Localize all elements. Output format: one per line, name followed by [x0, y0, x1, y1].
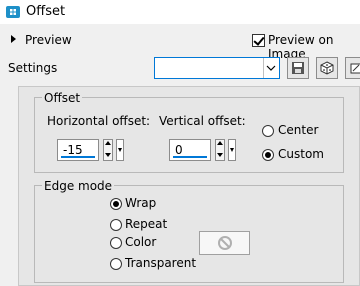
horizontal-offset-value: -15: [63, 143, 83, 157]
edge-color-swatch[interactable]: [199, 231, 250, 255]
center-radio[interactable]: [262, 125, 274, 137]
horizontal-offset-stepper[interactable]: [103, 139, 113, 161]
save-settings-button[interactable]: [287, 57, 309, 79]
transparent-radio[interactable]: [110, 258, 122, 270]
expand-arrow-icon[interactable]: [11, 35, 16, 43]
spin-up-icon[interactable]: [105, 141, 111, 145]
preview-toggle[interactable]: Preview: [25, 33, 72, 47]
no-color-icon: [218, 236, 232, 250]
tool-icon: [350, 63, 360, 74]
center-radio-label: Center: [278, 123, 319, 137]
randomize-button[interactable]: [316, 57, 338, 79]
preview-on-image-checkbox[interactable]: [252, 34, 265, 47]
vertical-offset-label: Vertical offset:: [159, 114, 246, 128]
spin-up-icon[interactable]: [217, 141, 223, 145]
color-radio[interactable]: [110, 237, 122, 249]
vertical-offset-input[interactable]: 0: [169, 139, 211, 161]
vertical-offset-dropdown[interactable]: [228, 139, 236, 161]
horizontal-offset-dropdown[interactable]: [116, 139, 124, 161]
custom-radio[interactable]: [262, 149, 274, 161]
dice-icon: [320, 61, 334, 75]
horizontal-offset-label: Horizontal offset:: [47, 114, 151, 128]
repeat-radio-label: Repeat: [125, 217, 168, 231]
settings-dropdown[interactable]: [154, 57, 280, 79]
custom-radio-label: Custom: [278, 147, 324, 161]
spin-down-icon[interactable]: [105, 153, 111, 157]
window-title: Offset: [26, 4, 66, 19]
vertical-offset-stepper[interactable]: [215, 139, 225, 161]
settings-label: Settings: [8, 61, 58, 75]
wrap-radio-label: Wrap: [125, 196, 157, 210]
offset-group-title: Offset: [42, 91, 83, 105]
input-focus-underline: [173, 156, 207, 158]
input-focus-underline: [61, 156, 95, 158]
transparent-radio-label: Transparent: [125, 256, 197, 270]
offset-app-icon: [6, 6, 20, 18]
floppy-disk-icon: [292, 62, 304, 74]
chevron-down-icon[interactable]: [263, 58, 279, 78]
spin-down-icon[interactable]: [217, 153, 223, 157]
vertical-offset-value: 0: [175, 143, 183, 157]
edit-settings-button[interactable]: [345, 57, 360, 79]
wrap-radio[interactable]: [110, 198, 122, 210]
horizontal-offset-input[interactable]: -15: [57, 139, 99, 161]
edge-mode-group-title: Edge mode: [42, 179, 115, 193]
repeat-radio[interactable]: [110, 219, 122, 231]
title-bar: Offset: [0, 0, 360, 24]
color-radio-label: Color: [125, 235, 157, 249]
